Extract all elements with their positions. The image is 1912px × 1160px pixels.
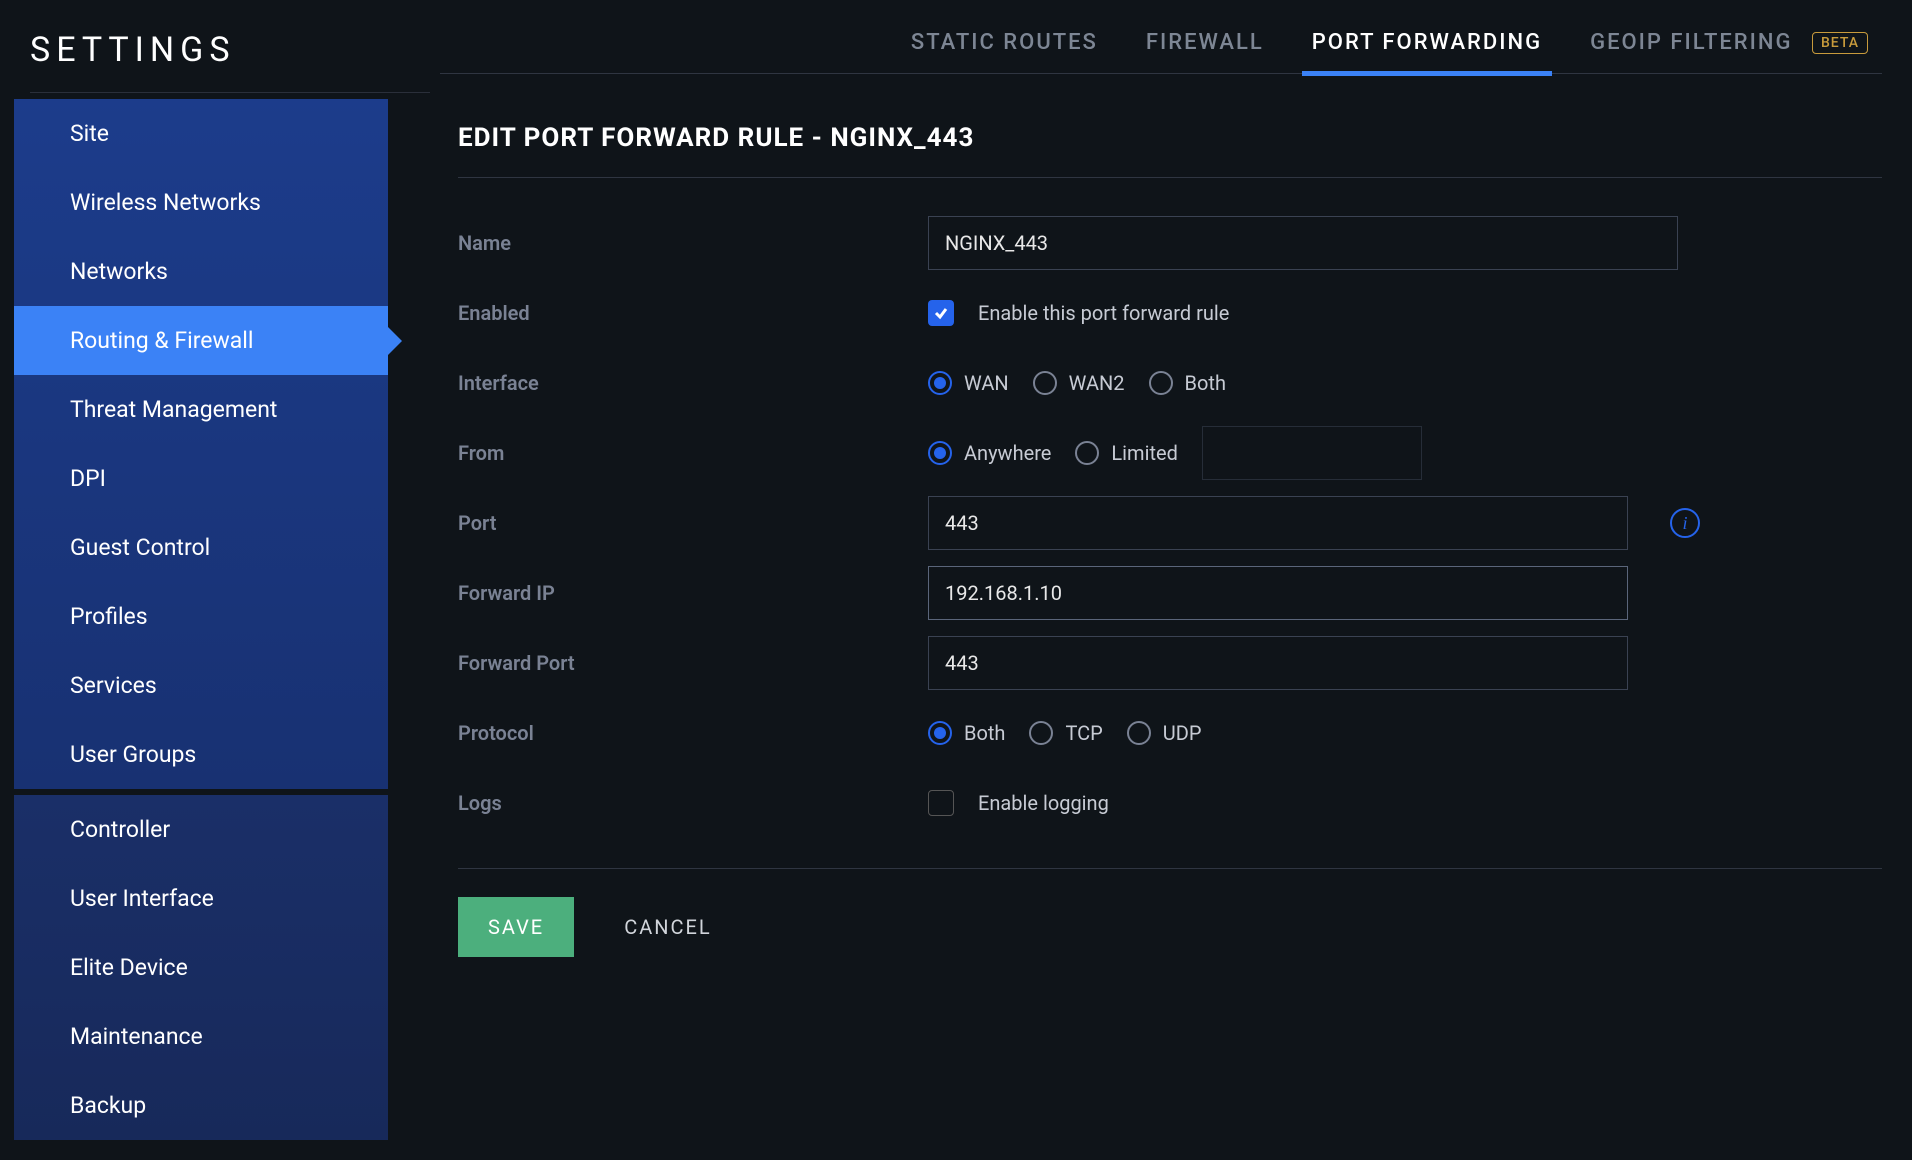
forward-port-input[interactable]	[928, 636, 1628, 690]
sidebar-item-routing[interactable]: Routing & Firewall	[14, 306, 388, 375]
logs-checkbox[interactable]	[928, 790, 954, 816]
info-icon[interactable]: i	[1670, 508, 1700, 538]
save-button[interactable]: SAVE	[458, 897, 574, 957]
protocol-radio-label-udp: UDP	[1163, 721, 1202, 745]
from-radio-anywhere[interactable]	[928, 441, 952, 465]
page-title: EDIT PORT FORWARD RULE - NGINX_443	[458, 123, 1882, 178]
cancel-button[interactable]: CANCEL	[624, 915, 712, 939]
enable-checkbox[interactable]	[928, 300, 954, 326]
protocol-radio-label-both: Both	[964, 721, 1005, 745]
label-interface: Interface	[458, 371, 928, 395]
sidebar-item-networks[interactable]: Networks	[14, 237, 388, 306]
settings-sidebar: SiteWireless NetworksNetworksRouting & F…	[0, 93, 402, 1140]
label-protocol: Protocol	[458, 721, 928, 745]
label-logs: Logs	[458, 791, 928, 815]
interface-radio-both[interactable]	[1149, 371, 1173, 395]
sidebar-item-profiles[interactable]: Profiles	[14, 582, 388, 651]
interface-radio-label-both: Both	[1185, 371, 1226, 395]
sidebar-item-threat[interactable]: Threat Management	[14, 375, 388, 444]
sidebar-item-maintenance[interactable]: Maintenance	[14, 1002, 388, 1071]
sidebar-item-site[interactable]: Site	[14, 99, 388, 168]
sidebar-item-services[interactable]: Services	[14, 651, 388, 720]
sidebar-item-elite[interactable]: Elite Device	[14, 933, 388, 1002]
sidebar-item-dpi[interactable]: DPI	[14, 444, 388, 513]
sidebar-item-ui[interactable]: User Interface	[14, 864, 388, 933]
forward-ip-input[interactable]	[928, 566, 1628, 620]
interface-radio-wan[interactable]	[928, 371, 952, 395]
sidebar-item-wireless[interactable]: Wireless Networks	[14, 168, 388, 237]
from-radio-label-anywhere: Anywhere	[964, 441, 1051, 465]
protocol-radio-tcp[interactable]	[1029, 721, 1053, 745]
label-forward-ip: Forward IP	[458, 581, 928, 605]
label-from: From	[458, 441, 928, 465]
interface-radio-wan2[interactable]	[1033, 371, 1057, 395]
sidebar-item-guest[interactable]: Guest Control	[14, 513, 388, 582]
interface-radio-label-wan2: WAN2	[1069, 371, 1125, 395]
sidebar-item-backup[interactable]: Backup	[14, 1071, 388, 1140]
tab-geoip-filtering[interactable]: GEOIP FILTERING BETA	[1590, 30, 1868, 55]
from-radio-limited[interactable]	[1075, 441, 1099, 465]
tab-port-forwarding[interactable]: PORT FORWARDING	[1312, 30, 1542, 55]
label-enabled: Enabled	[458, 301, 928, 325]
protocol-radio-label-tcp: TCP	[1065, 721, 1102, 745]
enable-label: Enable this port forward rule	[978, 301, 1229, 325]
from-limited-input[interactable]	[1202, 426, 1422, 480]
label-forward-port: Forward Port	[458, 651, 928, 675]
logs-label: Enable logging	[978, 791, 1109, 815]
port-input[interactable]	[928, 496, 1628, 550]
tab-geoip-label: GEOIP FILTERING	[1590, 30, 1792, 55]
protocol-radio-both[interactable]	[928, 721, 952, 745]
name-input[interactable]	[928, 216, 1678, 270]
tab-firewall[interactable]: FIREWALL	[1146, 30, 1264, 55]
beta-badge: BETA	[1812, 32, 1868, 54]
settings-header: SETTINGS	[30, 30, 430, 93]
sidebar-item-controller[interactable]: Controller	[14, 795, 388, 864]
interface-radio-label-wan: WAN	[964, 371, 1009, 395]
sidebar-item-usergroups[interactable]: User Groups	[14, 720, 388, 789]
tab-static-routes[interactable]: STATIC ROUTES	[911, 30, 1098, 55]
top-tabs: STATIC ROUTES FIREWALL PORT FORWARDING G…	[440, 30, 1882, 74]
label-port: Port	[458, 511, 928, 535]
from-radio-label-limited: Limited	[1111, 441, 1177, 465]
check-icon	[933, 305, 949, 321]
protocol-radio-udp[interactable]	[1127, 721, 1151, 745]
label-name: Name	[458, 231, 928, 255]
